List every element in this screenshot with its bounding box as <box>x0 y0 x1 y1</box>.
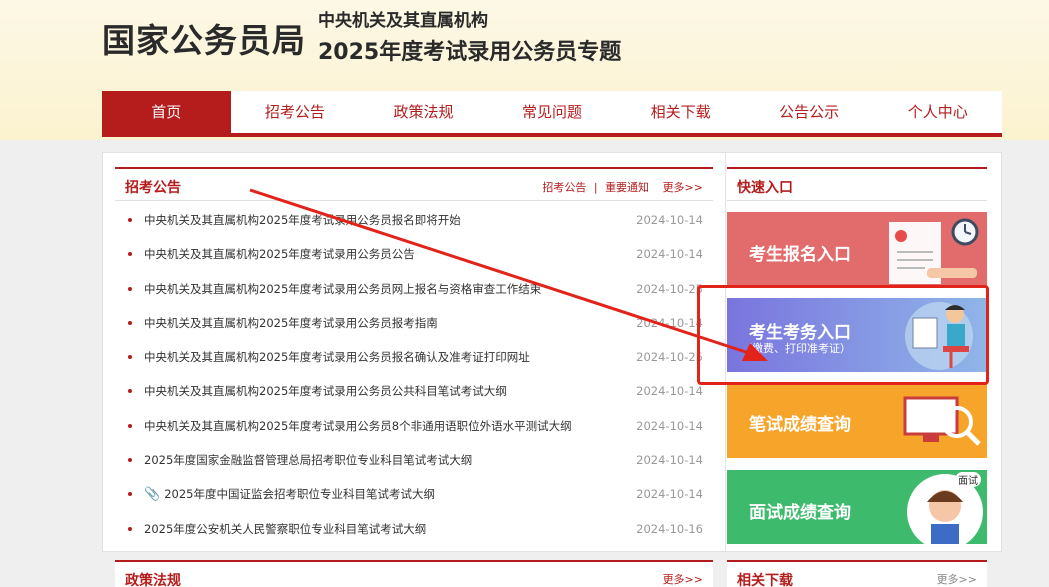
announcements-title: 招考公告 <box>125 180 181 196</box>
announcements-links: 招考公告 | 重要通知 更多>> <box>542 179 703 195</box>
announcement-date: 2024-10-14 <box>636 418 703 433</box>
list-item[interactable]: 📎 2025年度中国证监会招考职位专业科目笔试考试大纲 2024-10-14 <box>115 477 713 511</box>
downloads-section-header: 相关下载 更多>> <box>727 560 987 587</box>
main-nav: 首页 招考公告 政策法规 常见问题 相关下载 公告公示 个人中心 <box>102 91 1002 137</box>
announcement-title[interactable]: 中央机关及其直属机构2025年度考试录用公务员网上报名与资格审查工作结束 <box>144 272 541 306</box>
bullet-icon <box>128 492 132 497</box>
announcement-date: 2024-10-14 <box>636 247 703 262</box>
nav-recruitment-notices[interactable]: 招考公告 <box>231 91 360 133</box>
announcement-title[interactable]: 中央机关及其直属机构2025年度考试录用公务员公共科目笔试考试大纲 <box>144 374 507 408</box>
link-separator: | <box>593 181 598 194</box>
announcement-title[interactable]: 2025年度公安机关人民警察职位专业科目笔试考试大纲 <box>144 512 426 546</box>
announcement-title[interactable]: 2025年度国家金融监督管理总局招考职位专业科目笔试考试大纲 <box>144 443 472 477</box>
document-pen-icon <box>889 218 979 284</box>
nav-downloads[interactable]: 相关下载 <box>616 91 745 133</box>
announcement-title[interactable]: 中央机关及其直属机构2025年度考试录用公务员报名即将开始 <box>144 203 461 237</box>
announcement-list: 中央机关及其直属机构2025年度考试录用公务员报名即将开始 2024-10-14 … <box>115 203 713 546</box>
downloads-section-title: 相关下载 <box>737 573 793 587</box>
list-item[interactable]: 中央机关及其直属机构2025年度考试录用公务员报考指南 2024-10-14 <box>115 306 713 340</box>
announcement-title[interactable]: 2025年度中国证监会招考职位专业科目笔试考试大纲 <box>164 487 435 501</box>
link-recruitment-notices[interactable]: 招考公告 <box>542 181 586 194</box>
bullet-icon <box>128 218 132 222</box>
announcement-date: 2024-10-14 <box>636 453 703 468</box>
interview-badge: 面试 <box>955 472 981 487</box>
announcement-date: 2024-10-14 <box>636 315 703 330</box>
policy-more-link[interactable]: 更多>> <box>663 571 703 587</box>
annotation-highlight-box <box>697 285 989 385</box>
list-item[interactable]: 中央机关及其直属机构2025年度考试录用公务员报名确认及准考证打印网址 2024-… <box>115 340 713 374</box>
nav-personal-center[interactable]: 个人中心 <box>873 91 1002 133</box>
list-item[interactable]: 2025年度国家金融监督管理总局招考职位专业科目笔试考试大纲 2024-10-14 <box>115 443 713 477</box>
quick-entry-title: 快速入口 <box>737 180 793 196</box>
nav-announcements[interactable]: 公告公示 <box>745 91 874 133</box>
bullet-icon <box>128 389 132 394</box>
written-score-query-button[interactable]: 笔试成绩查询 <box>727 384 987 458</box>
announcement-date: 2024-10-14 <box>636 213 703 227</box>
header-subtitle-line1: 中央机关及其直属机构 <box>318 11 488 31</box>
nav-faq[interactable]: 常见问题 <box>488 91 617 133</box>
list-item[interactable]: 中央机关及其直属机构2025年度考试录用公务员8个非通用语职位外语水平测试大纲 2… <box>115 409 713 443</box>
announcement-title[interactable]: 中央机关及其直属机构2025年度考试录用公务员报考指南 <box>144 306 438 340</box>
list-item[interactable]: 中央机关及其直属机构2025年度考试录用公务员网上报名与资格审查工作结束 2024… <box>115 272 713 306</box>
announcement-title[interactable]: 中央机关及其直属机构2025年度考试录用公务员公告 <box>144 237 415 271</box>
bullet-icon <box>128 458 132 463</box>
announcement-date: 2024-10-14 <box>636 384 703 399</box>
interview-score-query-label: 面试成绩查询 <box>749 503 851 523</box>
bullet-icon <box>128 286 132 291</box>
announcement-date: 2024-10-25 <box>636 281 703 296</box>
paperclip-icon: 📎 <box>144 487 161 503</box>
registration-entry-button[interactable]: 考生报名入口 <box>727 212 987 286</box>
announcement-title[interactable]: 中央机关及其直属机构2025年度考试录用公务员8个非通用语职位外语水平测试大纲 <box>144 409 572 443</box>
site-logo[interactable]: 国家公务员局 <box>102 14 306 62</box>
bullet-icon <box>128 526 132 531</box>
written-score-query-label: 笔试成绩查询 <box>749 415 851 435</box>
interview-score-query-button[interactable]: 面试成绩查询 面试 <box>727 470 987 544</box>
list-item[interactable]: 2025年度公安机关人民警察职位专业科目笔试考试大纲 2024-10-16 <box>115 512 713 546</box>
announcement-title[interactable]: 中央机关及其直属机构2025年度考试录用公务员报名确认及准考证打印网址 <box>144 340 530 374</box>
header-subtitle-line2: 2025年度考试录用公务员专题 <box>318 40 622 65</box>
bullet-icon <box>128 320 132 325</box>
announcements-more-link[interactable]: 更多>> <box>663 181 703 194</box>
policy-section-title: 政策法规 <box>125 573 181 587</box>
quick-entry-header: 快速入口 <box>727 167 987 201</box>
nav-home[interactable]: 首页 <box>102 91 231 133</box>
bullet-icon <box>128 355 132 360</box>
policy-section-header: 政策法规 更多>> <box>115 560 713 587</box>
list-item[interactable]: 中央机关及其直属机构2025年度考试录用公务员公告 2024-10-14 <box>115 237 713 271</box>
monitor-magnifier-icon <box>903 396 981 446</box>
bullet-icon <box>128 423 132 428</box>
bullet-icon <box>128 252 132 257</box>
list-item[interactable]: 中央机关及其直属机构2025年度考试录用公务员报名即将开始 2024-10-14 <box>115 203 713 237</box>
nav-policies[interactable]: 政策法规 <box>359 91 488 133</box>
registration-entry-label: 考生报名入口 <box>749 245 851 265</box>
announcement-date: 2024-10-14 <box>636 487 703 502</box>
list-item[interactable]: 中央机关及其直属机构2025年度考试录用公务员公共科目笔试考试大纲 2024-10… <box>115 374 713 408</box>
announcement-date: 2024-10-16 <box>636 521 703 536</box>
link-important-notices[interactable]: 重要通知 <box>605 181 649 194</box>
announcement-date: 2024-10-25 <box>636 350 703 365</box>
downloads-more-link[interactable]: 更多>> <box>937 571 977 587</box>
announcements-header: 招考公告 招考公告 | 重要通知 更多>> <box>115 167 713 201</box>
